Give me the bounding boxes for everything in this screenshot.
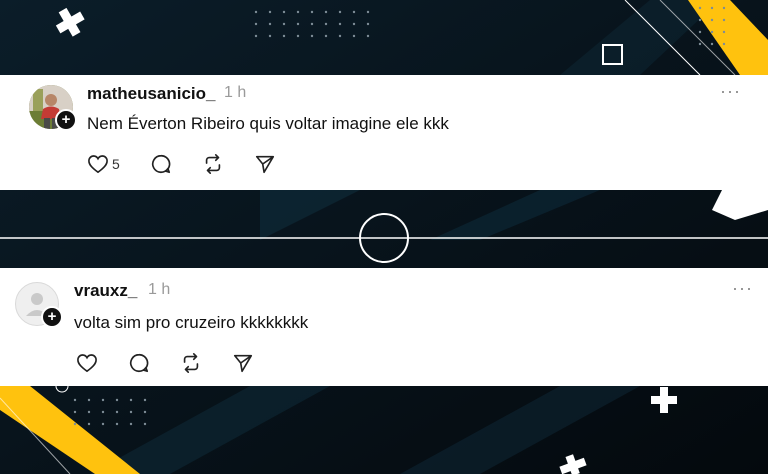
more-options-icon[interactable]: ···: [732, 278, 753, 299]
repost-icon: [205, 154, 221, 174]
share-button[interactable]: [254, 153, 276, 175]
timestamp: 1 h: [224, 84, 247, 101]
username[interactable]: vrauxz_: [74, 281, 137, 301]
heart-icon: [77, 354, 97, 373]
follow-plus-icon[interactable]: +: [41, 306, 63, 328]
more-options-icon[interactable]: ···: [720, 81, 741, 102]
reply-button[interactable]: [150, 153, 172, 175]
comment-card-2: + vrauxz_ 1 h ··· volta sim pro cruzeiro…: [0, 268, 768, 386]
send-icon: [255, 155, 274, 174]
repost-button[interactable]: [180, 352, 202, 374]
repost-icon: [183, 353, 199, 373]
like-button[interactable]: [76, 353, 98, 373]
action-bar: 5: [87, 153, 306, 175]
comment-text: volta sim pro cruzeiro kkkkkkkk: [74, 313, 309, 332]
background-graphic: [0, 0, 768, 474]
comment-card-1: + matheusanicio_ 1 h ··· Nem Éverton Rib…: [0, 75, 768, 190]
reply-button[interactable]: [128, 352, 150, 374]
timestamp: 1 h: [148, 281, 171, 298]
share-button[interactable]: [232, 352, 254, 374]
like-count: 5: [112, 156, 120, 172]
comment-icon: [129, 353, 149, 373]
comment-icon: [151, 154, 171, 174]
send-icon: [233, 354, 253, 373]
follow-plus-icon[interactable]: +: [55, 109, 77, 131]
heart-icon: [88, 155, 108, 174]
like-button[interactable]: 5: [87, 154, 120, 174]
repost-button[interactable]: [202, 153, 224, 175]
action-bar: [76, 352, 284, 374]
username[interactable]: matheusanicio_: [87, 84, 216, 104]
comment-text: Nem Éverton Ribeiro quis voltar imagine …: [87, 114, 449, 133]
